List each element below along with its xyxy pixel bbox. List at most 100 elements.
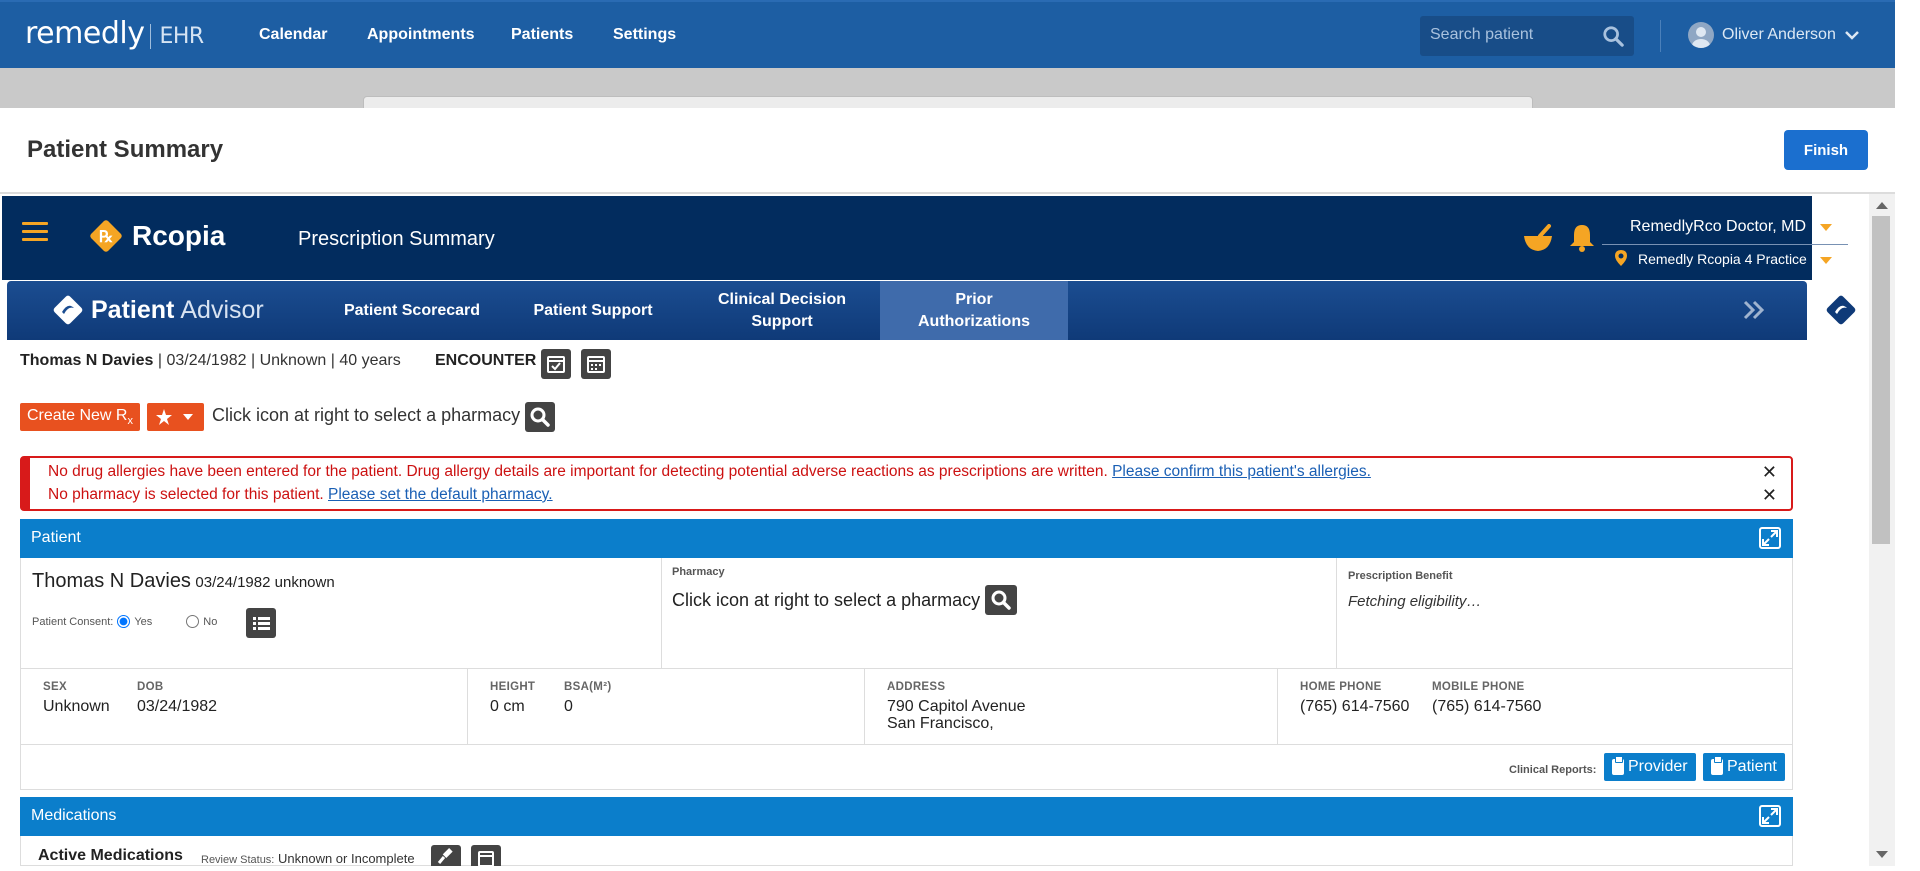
patient-advisor-icon[interactable] (1824, 293, 1858, 327)
panel-pharmacy-search-button[interactable] (985, 585, 1017, 615)
nav-patients[interactable]: Patients (511, 26, 573, 44)
location-pin-icon (1615, 250, 1627, 266)
review-status-label: Review Status: (201, 854, 275, 866)
favorites-dropdown-button[interactable] (147, 403, 204, 431)
consent-no-label: No (203, 615, 218, 628)
address-line-1: 790 Capitol Avenue (887, 698, 1026, 715)
height-value: 0 cm (490, 698, 525, 715)
mobile-phone-value: (765) 614-7560 (1432, 698, 1542, 715)
expand-icon[interactable] (1759, 527, 1781, 549)
nav-calendar[interactable]: Calendar (259, 26, 327, 44)
alert-pharmacy: No pharmacy is selected for this patient… (48, 486, 553, 503)
pharmacy-search-button[interactable] (525, 402, 555, 432)
practice-selector[interactable]: Remedly Rcopia 4 Practice (1602, 245, 1848, 267)
address-value: 790 Capitol Avenue San Francisco, (887, 698, 1025, 732)
remedly-logo[interactable]: remedly EHR (25, 16, 204, 51)
hamburger-menu-icon[interactable] (22, 222, 48, 242)
patient-advisor-logo-icon (53, 295, 83, 325)
sex-value: Unknown (43, 698, 110, 715)
tab-clinical-decision-support[interactable]: Clinical Decision Support (697, 281, 867, 340)
page-header: Patient Summary Finish (0, 108, 1895, 194)
caret-down-icon (1820, 224, 1832, 231)
review-calendar-button[interactable] (471, 845, 501, 867)
rcopia-header: ℞ Rcopia Prescription Summary RemedlyRco… (2, 196, 1848, 280)
logo-text: remedly (25, 16, 145, 51)
caret-down-icon (1820, 257, 1832, 264)
mortar-pestle-icon[interactable] (1522, 224, 1554, 254)
encounter-check-button[interactable] (541, 349, 571, 379)
nav-settings[interactable]: Settings (613, 26, 676, 44)
review-gavel-button[interactable] (431, 845, 461, 866)
scroll-down-icon[interactable] (1876, 851, 1888, 858)
clipboard-icon (1711, 756, 1723, 775)
svg-text:℞: ℞ (99, 229, 113, 246)
alert-allergies: No drug allergies have been entered for … (48, 463, 1371, 480)
user-menu[interactable]: Oliver Anderson (1688, 22, 1860, 48)
confirm-allergies-link[interactable]: Please confirm this patient's allergies. (1112, 463, 1371, 480)
set-default-pharmacy-link[interactable]: Please set the default pharmacy. (328, 486, 553, 503)
doctor-selector[interactable]: RemedlyRco Doctor, MD Remedly Rcopia 4 P… (1602, 218, 1848, 267)
rcopia-logo: ℞ Rcopia (88, 218, 225, 254)
panel-title: Medications (31, 807, 117, 824)
pharmacy-hint: Click icon at right to select a pharmacy (212, 405, 521, 425)
search-icon[interactable] (1602, 25, 1624, 47)
provider-report-button[interactable]: Provider (1604, 753, 1696, 781)
benefit-status: Fetching eligibility… (1348, 593, 1482, 610)
forward-chevrons-icon[interactable] (1742, 299, 1766, 321)
address-line-2: San Francisco, (887, 715, 994, 732)
consent-yes-radio[interactable] (117, 615, 131, 628)
encounter-calendar-button[interactable] (581, 349, 611, 379)
brand-light: Advisor (180, 295, 264, 324)
bsa-value: 0 (564, 698, 573, 715)
scroll-up-icon[interactable] (1876, 202, 1888, 209)
grey-spacer (0, 68, 1895, 116)
consent-list-button[interactable] (246, 608, 276, 638)
list-icon (253, 617, 270, 630)
close-icon[interactable]: ✕ (1762, 462, 1777, 483)
star-icon (156, 409, 172, 425)
medications-panel: Active Medications Review Status: Unknow… (20, 836, 1793, 867)
doctor-name: RemedlyRco Doctor, MD (1630, 218, 1807, 235)
medications-panel-header: Medications (20, 797, 1793, 836)
consent-no-radio[interactable] (186, 615, 200, 628)
tab-patient-support[interactable]: Patient Support (513, 281, 673, 340)
gavel-icon (437, 848, 453, 864)
expand-icon[interactable] (1759, 805, 1781, 827)
review-status-value: Unknown or Incomplete (278, 851, 415, 866)
advisor-side-toggle[interactable] (1814, 281, 1864, 340)
calendar-icon (478, 851, 494, 867)
tab-prior-authorizations[interactable]: Prior Authorizations (880, 281, 1068, 340)
patient-details: | 03/24/1982 | Unknown | 40 years (157, 352, 401, 369)
clinical-reports-label: Clinical Reports: (1509, 764, 1597, 776)
search-patient-input[interactable]: Search patient (1420, 16, 1634, 56)
rcopia-title: Prescription Summary (298, 228, 495, 250)
patient-panel-header: Patient (20, 519, 1793, 558)
tab-patient-scorecard[interactable]: Patient Scorecard (327, 281, 497, 340)
brand-bold: Patient (91, 295, 175, 324)
bell-icon[interactable] (1568, 222, 1596, 252)
calendar-check-icon (547, 356, 565, 373)
rcopia-logo-icon: ℞ (90, 220, 122, 252)
nav-appointments[interactable]: Appointments (367, 26, 475, 44)
review-status: Review Status: Unknown or Incomplete (201, 851, 415, 866)
rcopia-brand: Rcopia (132, 220, 226, 251)
avatar-icon (1688, 22, 1714, 48)
search-icon (991, 590, 1011, 610)
patient-report-button[interactable]: Patient (1703, 753, 1785, 781)
page-scrollbar[interactable] (1869, 194, 1895, 866)
bsa-label: BSA(M²) (564, 681, 612, 693)
consent-yes-label: Yes (134, 615, 153, 628)
scrollbar-thumb[interactable] (1872, 216, 1890, 544)
create-new-rx-button[interactable]: Create New Rx (20, 403, 140, 431)
dob-label: DOB (137, 681, 164, 693)
close-icon[interactable]: ✕ (1762, 485, 1777, 506)
finish-button[interactable]: Finish (1784, 130, 1868, 170)
patient-panel-name: Thomas N Davies (32, 570, 191, 592)
encounter-label: ENCOUNTER (435, 352, 537, 369)
window-edge (1895, 0, 1920, 866)
patient-panel-dob: 03/24/1982 unknown (195, 574, 335, 591)
consent-label: Patient Consent: (32, 615, 114, 628)
patient-panel: Thomas N Davies 03/24/1982 unknown Patie… (20, 558, 1793, 790)
patient-name: Thomas N Davies (20, 352, 154, 369)
panel-title: Patient (31, 529, 81, 546)
